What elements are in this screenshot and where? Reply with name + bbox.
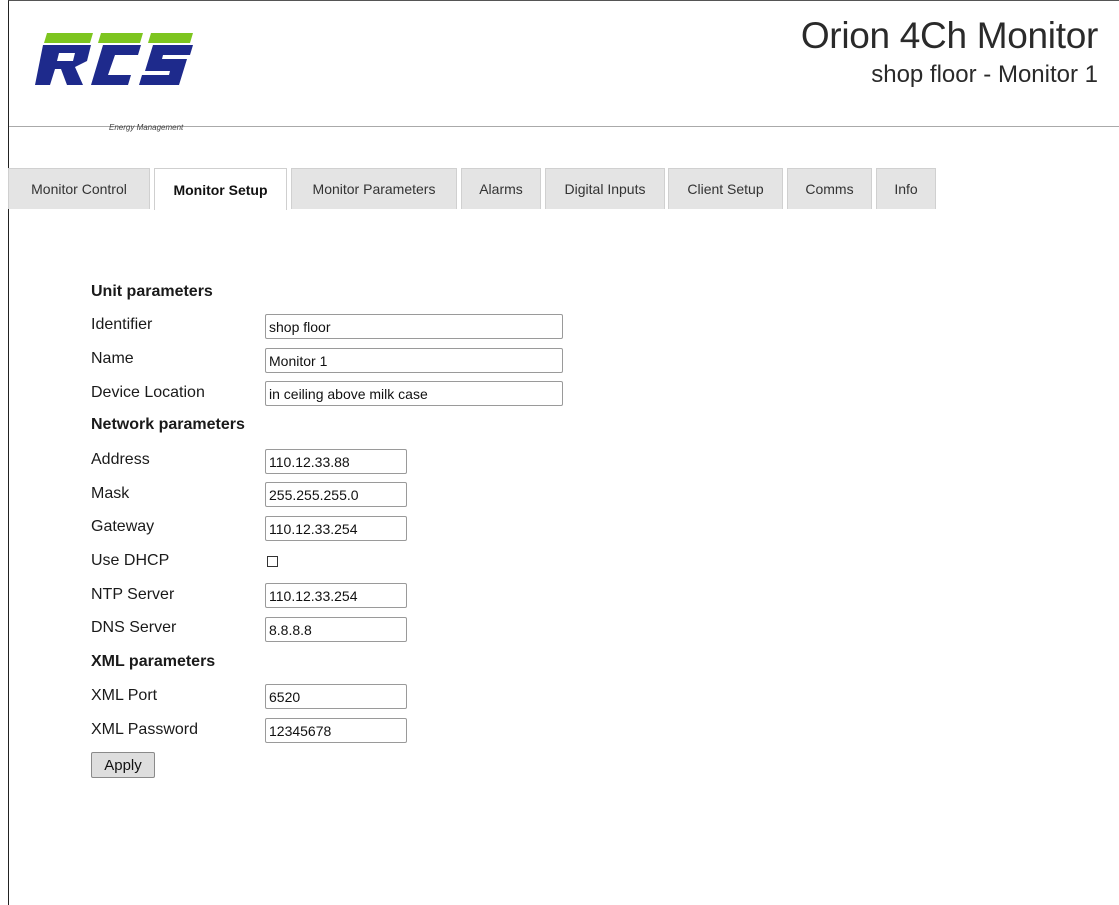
gateway-label: Gateway (91, 518, 155, 535)
xml-parameters-heading: XML parameters (91, 653, 216, 670)
device-location-label: Device Location (91, 384, 205, 401)
apply-button[interactable]: Apply (91, 752, 155, 778)
device-location-input[interactable] (265, 381, 563, 406)
name-label: Name (91, 350, 134, 367)
tab-monitor-setup[interactable]: Monitor Setup (154, 168, 287, 210)
tab-client-setup[interactable]: Client Setup (668, 168, 783, 209)
page-header: Energy Management Orion 4Ch Monitor shop… (9, 1, 1119, 132)
rcs-logo-graphic (35, 33, 193, 85)
tab-monitor-parameters[interactable]: Monitor Parameters (291, 168, 457, 209)
name-input[interactable] (265, 348, 563, 373)
xml-password-input[interactable] (265, 718, 407, 743)
dns-server-label: DNS Server (91, 619, 177, 636)
tab-bar: Monitor Control Monitor Setup Monitor Pa… (8, 168, 1119, 210)
use-dhcp-checkbox[interactable] (267, 556, 278, 567)
gateway-input[interactable] (265, 516, 407, 541)
tab-comms[interactable]: Comms (787, 168, 872, 209)
xml-port-label: XML Port (91, 687, 158, 704)
unit-parameters-heading: Unit parameters (91, 283, 213, 300)
identifier-input[interactable] (265, 314, 563, 339)
dns-server-input[interactable] (265, 617, 407, 642)
tab-alarms[interactable]: Alarms (461, 168, 541, 209)
logo-tagline: Energy Management (109, 123, 184, 132)
tab-digital-inputs[interactable]: Digital Inputs (545, 168, 665, 209)
ntp-server-label: NTP Server (91, 586, 175, 603)
rcs-logo: Energy Management (35, 31, 205, 132)
identifier-label: Identifier (91, 316, 153, 333)
ntp-server-input[interactable] (265, 583, 407, 608)
tab-monitor-control[interactable]: Monitor Control (8, 168, 150, 209)
address-label: Address (91, 451, 150, 468)
mask-input[interactable] (265, 482, 407, 507)
network-parameters-heading: Network parameters (91, 416, 245, 433)
xml-port-input[interactable] (265, 684, 407, 709)
address-input[interactable] (265, 449, 407, 474)
device-subtitle: shop floor - Monitor 1 (871, 61, 1098, 88)
mask-label: Mask (91, 485, 130, 502)
tab-info[interactable]: Info (876, 168, 936, 209)
page-frame: Energy Management Orion 4Ch Monitor shop… (8, 0, 1119, 905)
use-dhcp-label: Use DHCP (91, 552, 170, 569)
xml-password-label: XML Password (91, 721, 198, 738)
app-title: Orion 4Ch Monitor (800, 15, 1098, 56)
